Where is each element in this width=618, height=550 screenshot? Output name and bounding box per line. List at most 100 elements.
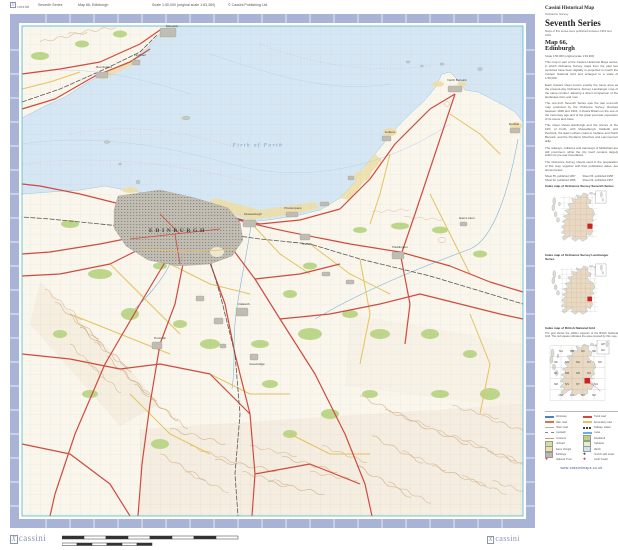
panel-paragraph: The Ordnance Survey sheets used in the p… (545, 161, 618, 173)
grid-letter-nd: ND (592, 349, 596, 353)
legend-swatch-icon (583, 432, 592, 434)
legend-swatch-icon (545, 421, 554, 423)
cassini-logo-icon: X (10, 535, 18, 544)
legend-label: Orchard (556, 442, 565, 445)
panel-paragraph: The one-inch Seventh Series was the last… (545, 102, 618, 122)
footer: Xcassini Xcassini (0, 528, 618, 550)
index-map-landranger (547, 263, 611, 324)
index-map-1-caption: Index map of Ordnance Survey Seventh Ser… (545, 185, 618, 189)
grid-letter-hu: HU (601, 348, 605, 352)
legend-label: Other road (556, 426, 568, 429)
grid-letter-nc: NC (581, 349, 585, 353)
legend-label: Parkland (594, 442, 604, 445)
index-map-seventh-series (547, 190, 611, 251)
legend-swatch-icon: ✚ (583, 458, 592, 462)
panel-series-subtitle: Maps of this series were published betwe… (545, 29, 618, 37)
sheet-info-entry: Sheet 62, published 1956 (545, 179, 581, 182)
legend-label: Woodland (594, 437, 606, 440)
legend-label: Trunk road (594, 415, 606, 418)
legend-swatch-icon (545, 438, 554, 440)
grid-letter-nx: NX (570, 393, 574, 397)
grid-letter-nt: NT (576, 382, 580, 386)
panel-map-name: Edinburgh (545, 46, 618, 53)
grid-letter-na: NA (559, 349, 563, 353)
panel-brand: Cassini Historical Map (545, 6, 618, 11)
grid-letter-nw: NW (559, 393, 564, 397)
index-map-national-grid: NA NB NC ND NF NG NH NJ NK NL NM NN NO NR NS NT NU NW NX NY… (547, 340, 611, 407)
grid-letter-nr: NR (554, 382, 558, 386)
legend-swatch-icon: ✚ (583, 453, 592, 457)
grid-letter-nu: NU (594, 382, 598, 386)
scale-bar (62, 534, 262, 548)
grid-letter-no: NO (587, 371, 591, 375)
legend-label: Youth hostel (594, 458, 608, 461)
panel-paragraph: This sheet shows Edinburgh and the shore… (545, 124, 618, 144)
legend-item: ✚Youth hostel (583, 457, 618, 462)
grid-letter-nl: NL (554, 371, 558, 375)
cassini-logo-icon: X (487, 536, 494, 544)
cassini-logo-header: Xcassini (10, 2, 17, 8)
legend-label: Footpath (556, 431, 566, 434)
legend-label: Marsh (594, 448, 601, 451)
page: Xcassini Seventh Series Map 66, Edinburg… (0, 0, 618, 550)
panel-sheet-info: Sheet 55, published 1957Sheet 56, publis… (545, 175, 618, 182)
index-map-1-highlight (587, 224, 592, 229)
map-sheet: EDINBURGHFirth of ForthMusselburghPresto… (10, 14, 535, 528)
legend-label: National Trust (556, 458, 572, 461)
index-map-2-image (547, 263, 611, 319)
index-map-1-image (547, 190, 611, 246)
panel-paragraph: This map is part of the Cassini Historic… (545, 61, 618, 81)
grid-letter-nm: NM (565, 371, 569, 375)
side-panel: Cassini Historical Map Ordnance Survey S… (545, 0, 618, 550)
legend-swatch-icon: ✚ (545, 458, 554, 462)
index-map-3-note: The grid shows the 100km squares of the … (545, 332, 618, 339)
header-map-title: Map 66, Edinburgh (78, 3, 108, 7)
grid-letter-nz: NZ (592, 393, 596, 397)
grid-letter-hp: HP (601, 342, 605, 346)
sheet-info-entry: Sheet 63, published 1957 (583, 179, 618, 182)
grid-letter-nh: NH (576, 360, 580, 364)
grid-letter-nf: NF (554, 360, 558, 364)
panel-sub-brand: Ordnance Survey (545, 12, 618, 16)
legend-swatch-icon (545, 427, 554, 429)
panel-scale-line: Scale 1:50,000 (original scale 1:63,360) (545, 54, 618, 58)
cassini-logo-icon: X (10, 2, 16, 8)
legend-swatch-icon (583, 427, 592, 429)
national-grid-letters: NA NB NC ND NF NG NH NJ NK NL NM NN NO NR NS NT NU NW NX NY… (547, 340, 611, 402)
legend-label: Church with tower (594, 453, 615, 456)
grid-letter-ng: NG (565, 360, 569, 364)
grid-letter-nj: NJ (587, 360, 590, 364)
legend-label: Motorway (556, 415, 567, 418)
map-legend: Motorway Trunk road Main road Secondary roa… (545, 411, 618, 463)
header-copyright: © Cassini Publishing Ltd. (228, 3, 268, 7)
index-map-2-caption: Index map of Ordnance Survey Landranger … (545, 254, 618, 261)
cassini-logo-footer-left: Xcassini (10, 533, 46, 544)
map-grid-overlay (22, 26, 523, 516)
header-series: Seventh Series (38, 3, 62, 7)
panel-paragraph: The railways, collieries and tramways of… (545, 147, 618, 159)
legend-swatch-icon (583, 421, 592, 423)
map-image (10, 14, 535, 528)
index-map-2-highlight (587, 296, 592, 301)
legend-item: ✚National Trust (545, 457, 580, 462)
legend-label: Main road (556, 421, 568, 424)
legend-label: Canal (594, 431, 601, 434)
legend-swatch-icon (545, 416, 554, 418)
legend-label: Railway, station (594, 426, 612, 429)
panel-series-title: Seventh Series (545, 18, 618, 28)
legend-label: Sand, shingle (556, 448, 572, 451)
legend-swatch-icon (545, 432, 554, 433)
grid-letter-ns: NS (565, 382, 569, 386)
header: Xcassini Seventh Series Map 66, Edinburg… (0, 0, 618, 13)
index-map-3-caption: Index map of British National Grid (545, 327, 618, 331)
website-text: www.cassinimaps.co.uk (545, 466, 618, 470)
grid-letter-ny: NY (581, 393, 585, 397)
legend-swatch-icon (583, 416, 592, 418)
panel-paragraph: Each Cassini sheet covers exactly the sa… (545, 84, 618, 100)
legend-label: Secondary road (594, 421, 612, 424)
grid-letter-nn: NN (576, 371, 580, 375)
cassini-logo-footer-right: Xcassini (487, 534, 520, 544)
legend-label: Buildings (556, 453, 567, 456)
grid-letter-nk: NK (598, 360, 602, 364)
grid-letter-nb: NB (570, 349, 574, 353)
